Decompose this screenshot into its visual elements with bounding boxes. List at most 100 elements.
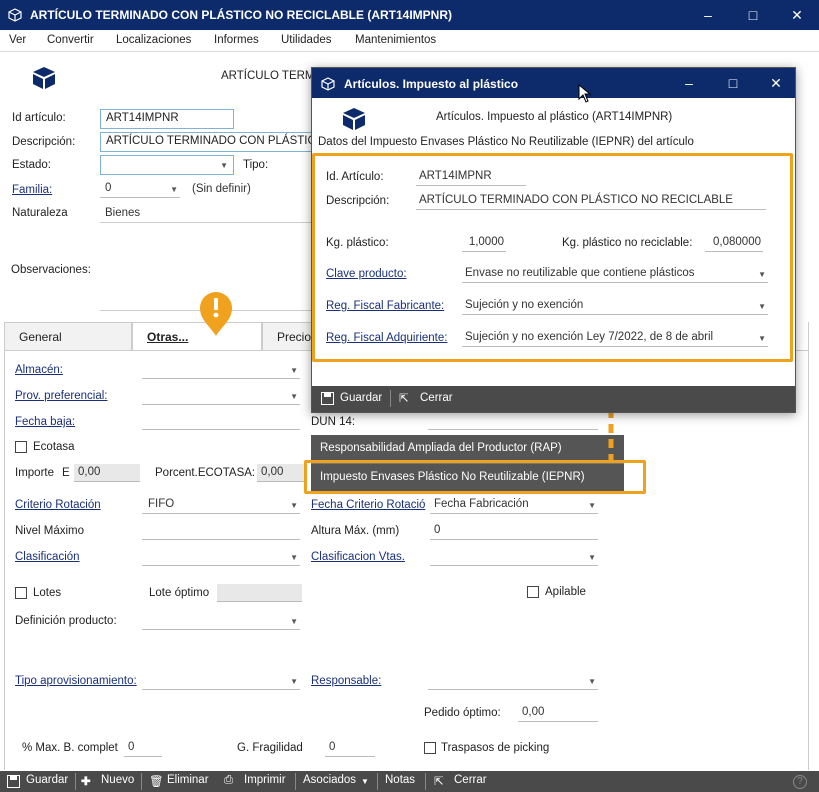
dialog-header: Artículos. Impuesto al plástico (ART14IM… (436, 111, 673, 123)
dialog-subtitle: Datos del Impuesto Envases Plástico No R… (318, 136, 694, 148)
tipo-label: Tipo: (243, 159, 269, 171)
definicion-producto-select[interactable]: ▼ (142, 612, 300, 630)
tab-precios[interactable]: Precios (262, 322, 318, 350)
chevron-down-icon: ▼ (290, 366, 298, 375)
porcent-ecotasa-input[interactable]: 0,00 (257, 464, 305, 482)
menu-localizaciones[interactable]: Localizaciones (116, 34, 191, 46)
prov-preferencial-label[interactable]: Prov. preferencial: (15, 390, 107, 402)
almacen-label[interactable]: Almacén: (15, 364, 63, 376)
warning-marker-icon (200, 292, 232, 336)
dialog-minimize-button[interactable]: – (678, 72, 700, 94)
dun14-label: DUN 14: (311, 416, 356, 428)
new-button[interactable]: Nuevo (101, 774, 134, 786)
traspasos-picking-checkbox[interactable] (424, 742, 436, 754)
familia-select[interactable]: 0 ▼ (100, 180, 180, 198)
dialog-title: Artículos. Impuesto al plástico (344, 77, 519, 91)
fecha-criterio-label[interactable]: Fecha Criterio Rotació (311, 499, 425, 511)
delete-button[interactable]: Eliminar (167, 774, 209, 786)
familia-label[interactable]: Familia: (12, 184, 52, 196)
context-menu-item-rap[interactable]: Responsabilidad Ampliada del Productor (… (320, 442, 562, 454)
estado-select[interactable]: ▼ (100, 155, 234, 175)
importe-label: Importe (15, 467, 54, 479)
clasificacion-vtas-select[interactable]: ▼ (430, 548, 598, 566)
naturaleza-label: Naturaleza (12, 207, 68, 219)
chevron-down-icon: ▼ (290, 617, 298, 626)
tipo-aprovisionamiento-label[interactable]: Tipo aprovisionamiento: (15, 675, 137, 687)
estado-label: Estado: (12, 159, 51, 171)
fecha-baja-label[interactable]: Fecha baja: (15, 416, 75, 428)
new-icon: ✚ (81, 776, 91, 788)
id-articulo-label: Id artículo: (12, 112, 66, 124)
naturaleza-value: Bienes (105, 207, 141, 219)
chevron-down-icon: ▼ (220, 161, 228, 170)
definicion-producto-label: Definición producto: (15, 615, 117, 627)
fecha-baja-input[interactable] (142, 412, 300, 430)
id-articulo-input[interactable]: ART14IMPNR (100, 109, 234, 129)
close-button[interactable]: ✕ (786, 4, 808, 26)
print-button[interactable]: Imprimir (244, 774, 286, 786)
lotes-label: Lotes (33, 587, 62, 599)
max-b-complet-input[interactable]: 0 (124, 739, 162, 757)
dialog-toolbar: Guardar ⇱ Cerrar (312, 386, 795, 412)
menu-mantenimientos[interactable]: Mantenimientos (355, 34, 436, 46)
responsable-label[interactable]: Responsable: (311, 675, 381, 687)
tab-general[interactable]: General (4, 322, 132, 350)
importe-input[interactable]: 0,00 (74, 464, 140, 482)
apilable-checkbox[interactable] (527, 586, 539, 598)
minimize-button[interactable]: – (697, 4, 719, 26)
trash-icon: 🗑 (149, 776, 164, 788)
traspasos-picking-label: Traspasos de picking (441, 742, 550, 754)
almacen-select[interactable]: ▼ (142, 361, 300, 379)
criterio-rotacion-select[interactable]: FIFO ▼ (142, 496, 300, 514)
clasificacion-vtas-label[interactable]: Clasificacion Vtas. (311, 551, 405, 563)
cube-icon (321, 77, 335, 91)
familia-desc: (Sin definir) (192, 183, 251, 195)
menu-informes[interactable]: Informes (214, 34, 259, 46)
pedido-optimo-input[interactable]: 0,00 (518, 704, 598, 722)
g-fragilidad-label: G. Fragilidad (237, 742, 303, 754)
save-button[interactable]: Guardar (26, 774, 68, 786)
asociados-button[interactable]: Asociados (303, 774, 356, 786)
ecotasa-checkbox[interactable] (15, 441, 27, 453)
form-title: ARTÍCULO TERMI (221, 70, 318, 82)
chevron-down-icon: ▼ (588, 553, 596, 562)
nivel-maximo-input[interactable] (142, 522, 300, 540)
lotes-checkbox[interactable] (15, 587, 27, 599)
help-icon[interactable]: ? (793, 775, 807, 789)
g-fragilidad-input[interactable]: 0 (325, 739, 375, 757)
close-form-button[interactable]: Cerrar (454, 774, 487, 786)
window-titlebar: ARTÍCULO TERMINADO CON PLÁSTICO NO RECIC… (0, 0, 819, 30)
lote-optimo-input[interactable] (217, 584, 302, 602)
prov-preferencial-select[interactable]: ▼ (142, 387, 300, 405)
criterio-rotacion-label[interactable]: Criterio Rotación (15, 499, 101, 511)
lote-optimo-label: Lote óptimo (149, 587, 210, 599)
clasificacion-select[interactable]: ▼ (142, 548, 300, 566)
responsable-select[interactable]: ▼ (428, 672, 598, 690)
descripcion-input[interactable]: ARTÍCULO TERMINADO CON PLÁSTICO (100, 132, 314, 152)
chevron-down-icon: ▼ (290, 392, 298, 401)
bottom-toolbar: Guardar ✚ Nuevo 🗑 Eliminar ⎙ Imprimir As… (0, 771, 819, 792)
menu-convertir[interactable]: Convertir (47, 34, 94, 46)
apilable-label: Apilable (545, 586, 586, 598)
maximize-button[interactable]: □ (742, 4, 764, 26)
menu-ver[interactable]: Ver (9, 34, 26, 46)
dialog-close-button[interactable]: ✕ (765, 72, 787, 94)
dialog-save-button[interactable]: Guardar (340, 392, 382, 404)
fecha-criterio-select[interactable]: Fecha Fabricación ▼ (430, 496, 598, 514)
dialog-close-form-button[interactable]: Cerrar (420, 392, 453, 404)
notas-button[interactable]: Notas (385, 774, 415, 786)
tipo-aprovisionamiento-select[interactable]: ▼ (142, 672, 300, 690)
save-icon (7, 775, 20, 788)
dialog-maximize-button[interactable]: □ (722, 72, 744, 94)
chevron-down-icon: ▼ (588, 501, 596, 510)
porcent-ecotasa-label: Porcent.ECOTASA: (155, 467, 256, 479)
descripcion-label: Descripción: (12, 136, 76, 148)
printer-icon: ⎙ (224, 774, 234, 786)
menu-utilidades[interactable]: Utilidades (281, 34, 332, 46)
observaciones-label: Observaciones: (11, 264, 91, 276)
exit-icon: ⇱ (434, 776, 444, 788)
dun14-input[interactable] (428, 412, 598, 430)
altura-max-input[interactable]: 0 (430, 522, 598, 540)
save-icon (321, 392, 334, 405)
clasificacion-label[interactable]: Clasificación (15, 551, 80, 563)
